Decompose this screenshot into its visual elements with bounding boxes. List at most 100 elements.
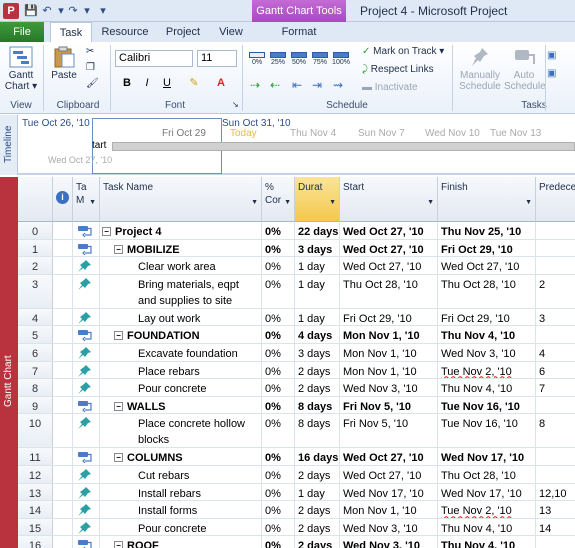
table-row[interactable]: 12 Cut rebars 0% 2 days Wed Oct 27, '10 Thu O… bbox=[18, 466, 575, 484]
start-cell[interactable]: Wed Oct 27, '10 bbox=[340, 257, 438, 274]
task-name-cell[interactable]: Excavate foundation bbox=[100, 344, 262, 361]
table-row[interactable]: 1− MOBILIZE 0% 3 days Wed Oct 27, '10 Fri Oct… bbox=[18, 239, 575, 258]
finish-cell[interactable]: Thu Oct 28, '10 bbox=[438, 466, 536, 483]
task-mode-cell[interactable] bbox=[73, 448, 100, 465]
percent-complete-cell[interactable]: 0% bbox=[262, 379, 295, 396]
duration-cell[interactable]: 8 days bbox=[295, 396, 340, 414]
duration-cell[interactable]: 8 days bbox=[295, 414, 340, 448]
font-size-combo[interactable]: 11 bbox=[197, 50, 237, 67]
duration-cell[interactable]: 4 days bbox=[295, 326, 340, 343]
duration-cell[interactable]: 16 days bbox=[295, 448, 340, 465]
copy-icon[interactable]: ❐ bbox=[86, 62, 95, 73]
duration-cell[interactable]: 2 days bbox=[295, 518, 340, 536]
task-mode-cell[interactable] bbox=[73, 414, 100, 448]
indicator-cell[interactable] bbox=[53, 448, 73, 465]
start-cell[interactable]: Fri Nov 5, '10 bbox=[340, 414, 438, 448]
duration-column-header[interactable]: Durat ▼ bbox=[295, 177, 340, 222]
duration-cell[interactable]: 3 days bbox=[295, 239, 340, 257]
indicator-cell[interactable] bbox=[53, 396, 73, 414]
table-row[interactable]: 13 Install rebars 0% 1 day Wed Nov 17, '10 We… bbox=[18, 483, 575, 502]
predecessors-cell[interactable] bbox=[536, 536, 575, 548]
finish-cell[interactable]: Thu Nov 4, '10 bbox=[438, 536, 536, 548]
percent-complete-cell[interactable]: 0% bbox=[262, 326, 295, 343]
percent-complete-cell[interactable]: 0% bbox=[262, 222, 295, 239]
task-mode-cell[interactable] bbox=[73, 396, 100, 414]
finish-cell[interactable]: Thu Nov 4, '10 bbox=[438, 379, 536, 396]
finish-cell[interactable]: Thu Oct 28, '10 bbox=[438, 274, 536, 308]
table-row[interactable]: 11− COLUMNS 0% 16 days Wed Oct 27, '10 Wed No… bbox=[18, 448, 575, 466]
unlink-tasks-icon[interactable]: ⇠ bbox=[270, 78, 280, 92]
percent-complete-column-header[interactable]: % Cor ▼ bbox=[262, 177, 295, 222]
task-mode-cell[interactable] bbox=[73, 536, 100, 548]
task-name-cell[interactable]: Lay out work bbox=[100, 308, 262, 326]
row-id-cell[interactable]: 10 bbox=[18, 414, 53, 448]
row-id-cell[interactable]: 3 bbox=[18, 274, 53, 308]
duration-cell[interactable]: 3 days bbox=[295, 344, 340, 361]
auto-schedule-button[interactable]: Auto Schedule bbox=[504, 46, 546, 92]
tab-format[interactable]: Format bbox=[276, 22, 322, 42]
duration-cell[interactable]: 1 day bbox=[295, 483, 340, 501]
predecessors-cell[interactable] bbox=[536, 326, 575, 343]
task-mode-cell[interactable] bbox=[73, 257, 100, 274]
percent-complete-cell[interactable]: 0% bbox=[262, 518, 295, 536]
duration-cell[interactable]: 1 day bbox=[295, 308, 340, 326]
row-id-cell[interactable]: 13 bbox=[18, 483, 53, 501]
predecessors-cell[interactable] bbox=[536, 466, 575, 483]
font-color-icon[interactable]: A bbox=[213, 75, 229, 91]
percent-50-button[interactable]: 50% bbox=[290, 52, 308, 66]
collapse-toggle-icon[interactable]: − bbox=[114, 331, 123, 341]
start-cell[interactable]: Wed Nov 3, '10 bbox=[340, 536, 438, 548]
predecessors-cell[interactable]: 2 bbox=[536, 275, 575, 308]
row-id-cell[interactable]: 6 bbox=[18, 344, 53, 361]
task-name-cell[interactable]: Pour concrete bbox=[100, 518, 262, 536]
format-painter-icon[interactable]: 🖌 bbox=[86, 78, 99, 89]
highlight-color-icon[interactable]: ✎ bbox=[186, 75, 202, 91]
task-mode-cell[interactable] bbox=[73, 518, 100, 536]
task-name-cell[interactable]: − FOUNDATION bbox=[100, 326, 262, 343]
table-row[interactable]: 7 Place rebars 0% 2 days Mon Nov 1, '10 Tue N… bbox=[18, 361, 575, 380]
indicator-cell[interactable] bbox=[53, 274, 73, 308]
duration-cell[interactable]: 1 day bbox=[295, 274, 340, 308]
row-id-cell[interactable]: 11 bbox=[18, 448, 53, 465]
percent-25-button[interactable]: 25% bbox=[269, 52, 287, 66]
finish-cell[interactable]: Wed Nov 17, '10 bbox=[438, 448, 536, 465]
task-mode-cell[interactable] bbox=[73, 379, 100, 396]
tab-file[interactable]: File bbox=[0, 22, 44, 42]
percent-0-button[interactable]: 0% bbox=[248, 52, 266, 66]
percent-complete-cell[interactable]: 0% bbox=[262, 361, 295, 379]
predecessors-cell[interactable] bbox=[536, 257, 575, 274]
table-row[interactable]: 2 Clear work area 0% 1 day Wed Oct 27, '10 We… bbox=[18, 257, 575, 275]
finish-cell[interactable]: Thu Nov 4, '10 bbox=[438, 326, 536, 343]
inactivate-button[interactable]: ▬ Inactivate bbox=[362, 82, 418, 93]
start-cell[interactable]: Mon Nov 1, '10 bbox=[340, 344, 438, 361]
link-tasks-icon[interactable]: ⇢ bbox=[250, 78, 260, 92]
task-name-cell[interactable]: Place concrete hollow blocks bbox=[100, 414, 262, 448]
row-id-cell[interactable]: 15 bbox=[18, 518, 53, 536]
predecessors-cell[interactable] bbox=[536, 448, 575, 465]
percent-complete-cell[interactable]: 0% bbox=[262, 536, 295, 548]
start-cell[interactable]: Wed Oct 27, '10 bbox=[340, 239, 438, 257]
row-id-cell[interactable]: 5 bbox=[18, 326, 53, 343]
table-row[interactable]: 16− ROOF 0% 2 days Wed Nov 3, '10 Thu Nov 4, … bbox=[18, 536, 575, 548]
task-mode-cell[interactable] bbox=[73, 483, 100, 501]
tab-project[interactable]: Project bbox=[160, 22, 206, 42]
predecessors-cell[interactable]: 4 bbox=[536, 344, 575, 361]
task-mode-cell[interactable] bbox=[73, 466, 100, 483]
table-row[interactable]: 4 Lay out work 0% 1 day Fri Oct 29, '10 Fri O… bbox=[18, 308, 575, 327]
collapse-toggle-icon[interactable]: − bbox=[102, 227, 111, 236]
timeline-pane[interactable]: Timeline Tue Oct 26, '10 Sun Oct 31, '10… bbox=[0, 115, 575, 175]
gantt-chart-button[interactable]: Gantt Chart ▾ bbox=[2, 46, 40, 92]
percent-complete-cell[interactable]: 0% bbox=[262, 414, 295, 448]
row-id-cell[interactable]: 0 bbox=[18, 222, 53, 239]
indicator-cell[interactable] bbox=[53, 239, 73, 257]
tab-view[interactable]: View bbox=[214, 22, 248, 42]
task-mode-cell[interactable] bbox=[73, 239, 100, 257]
predecessors-cell[interactable]: 12,10 bbox=[536, 484, 575, 501]
table-row[interactable]: 3 Bring materials, eqpt and supplies to s… bbox=[18, 274, 575, 309]
start-cell[interactable]: Thu Oct 28, '10 bbox=[340, 274, 438, 308]
finish-cell[interactable]: Wed Nov 17, '10 bbox=[438, 483, 536, 501]
table-row[interactable]: 5− FOUNDATION 0% 4 days Mon Nov 1, '10 Thu No… bbox=[18, 326, 575, 344]
table-row[interactable]: 6 Excavate foundation 0% 3 days Mon Nov 1, '… bbox=[18, 344, 575, 362]
duration-cell[interactable]: 2 days bbox=[295, 466, 340, 483]
row-id-cell[interactable]: 16 bbox=[18, 536, 53, 548]
